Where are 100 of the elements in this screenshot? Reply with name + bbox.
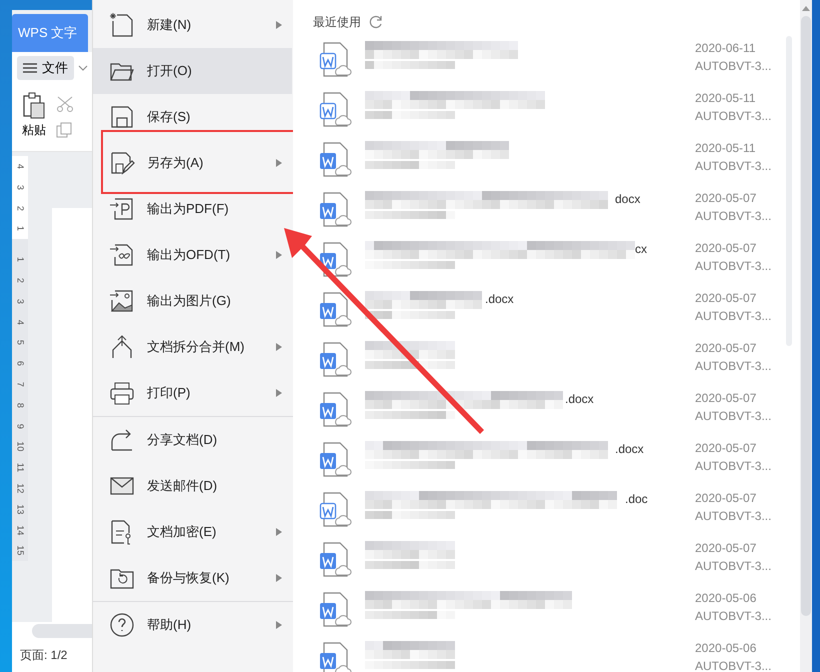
recent-file-row[interactable]: 2020-05-11 AUTOBVT-3... [313, 137, 800, 187]
ruler-number: 2 [14, 204, 26, 212]
file-date: 2020-05-07 [695, 341, 758, 355]
printer-icon [109, 380, 135, 406]
file-date: 2020-05-07 [695, 191, 758, 205]
file-date: 2020-05-06 [695, 641, 758, 655]
file-author: AUTOBVT-3... [695, 559, 772, 573]
share-icon [109, 427, 135, 453]
recent-file-row[interactable]: .docx 2020-05-07 AUTOBVT-3... [313, 387, 800, 437]
word-file-icon [319, 41, 353, 79]
save-icon [109, 104, 135, 130]
scissors-icon[interactable] [56, 96, 74, 112]
file-author: AUTOBVT-3... [695, 159, 772, 173]
paste-label[interactable]: 粘贴 [22, 122, 46, 139]
pdf-export-icon [109, 196, 135, 222]
file-extension: .docx [565, 391, 594, 407]
file-date: 2020-06-11 [695, 41, 756, 55]
ruler-number: 14 [14, 524, 26, 538]
caret-icon [276, 343, 282, 351]
menu-icon [23, 63, 37, 73]
file-author: AUTOBVT-3... [695, 359, 772, 373]
recent-file-row[interactable]: 2020-05-11 AUTOBVT-3... [313, 87, 800, 137]
menu-item[interactable]: 帮助(H) [93, 602, 292, 648]
menu-item[interactable]: 新建(N) [93, 2, 292, 48]
word-file-icon [319, 391, 353, 429]
file-author: AUTOBVT-3... [695, 209, 772, 223]
file-author: AUTOBVT-3... [695, 509, 772, 523]
menu-item[interactable]: 文档拆分合并(M) [93, 324, 292, 370]
word-file-icon [319, 191, 353, 229]
caret-icon [276, 21, 282, 29]
word-file-icon [319, 541, 353, 579]
file-date: 2020-05-11 [695, 91, 756, 105]
recent-file-row[interactable]: .doc 2020-05-07 AUTOBVT-3... [313, 487, 800, 537]
file-menu-button[interactable]: 文件 [17, 56, 74, 80]
file-date: 2020-05-07 [695, 491, 758, 505]
menu-item[interactable]: 输出为OFD(T) [93, 232, 292, 278]
clipboard-icon[interactable] [22, 92, 46, 120]
page-count: 页面: 1/2 [20, 646, 68, 664]
file-author: AUTOBVT-3... [695, 659, 772, 672]
menu-item[interactable]: 保存(S) [93, 94, 292, 140]
scrollbar-thumb[interactable] [801, 16, 811, 616]
file-author: AUTOBVT-3... [695, 109, 772, 123]
caret-icon [276, 159, 282, 167]
file-extension: .docx [615, 441, 644, 457]
recent-file-row[interactable]: 2020-05-06 AUTOBVT-3... [313, 587, 800, 637]
file-author: AUTOBVT-3... [695, 609, 772, 623]
recent-file-row[interactable]: 2020-05-07 AUTOBVT-3... [313, 537, 800, 587]
file-extension: .doc [625, 491, 648, 507]
recent-file-row[interactable]: 2020-06-11 AUTOBVT-3... [313, 37, 800, 87]
ruler-number: 3 [14, 184, 26, 192]
word-file-icon [319, 591, 353, 629]
image-export-icon [109, 288, 135, 314]
file-date: 2020-05-07 [695, 541, 758, 555]
file-date: 2020-05-11 [695, 141, 756, 155]
menu-item[interactable]: 另存为(A) [93, 140, 292, 186]
word-file-icon [319, 491, 353, 529]
recent-file-row[interactable]: 2020-05-07 AUTOBVT-3... [313, 337, 800, 387]
file-date: 2020-05-07 [695, 391, 758, 405]
ruler-number: 6 [14, 360, 26, 368]
word-file-icon [319, 141, 353, 179]
menu-item[interactable]: 文档加密(E) [93, 509, 292, 555]
recent-file-row[interactable]: cx 2020-05-07 AUTOBVT-3... [313, 237, 800, 287]
menu-item[interactable]: 打开(O) [93, 48, 292, 94]
recent-file-row[interactable]: .docx 2020-05-07 AUTOBVT-3... [313, 437, 800, 487]
file-author: AUTOBVT-3... [695, 409, 772, 423]
scroll-up-icon[interactable] [802, 6, 810, 11]
ruler-number: 5 [14, 339, 26, 348]
menu-item[interactable]: 输出为PDF(F) [93, 186, 292, 232]
recent-file-row[interactable]: docx 2020-05-07 AUTOBVT-3... [313, 187, 800, 237]
refresh-icon[interactable] [369, 15, 383, 29]
caret-icon [276, 621, 282, 629]
save-as-icon [109, 150, 135, 176]
ruler-number: 2 [14, 276, 26, 285]
ruler-number: 15 [14, 544, 26, 558]
file-author: AUTOBVT-3... [695, 59, 772, 73]
word-file-icon [319, 291, 353, 329]
ruler-number: 9 [14, 422, 26, 430]
ruler-number: 12 [14, 482, 26, 496]
vertical-scrollbar[interactable] [800, 0, 812, 672]
recent-file-row[interactable]: 2020-05-06 AUTOBVT-3... [313, 637, 800, 672]
file-extension: .docx [485, 291, 514, 307]
menu-item[interactable]: 输出为图片(G) [93, 278, 292, 324]
recent-file-row[interactable]: .docx 2020-05-07 AUTOBVT-3... [313, 287, 800, 337]
menu-item[interactable]: 发送邮件(D) [93, 463, 292, 509]
new-file-icon [109, 12, 135, 38]
ruler-number: 8 [14, 402, 26, 410]
caret-icon [276, 251, 282, 259]
copy-icon[interactable] [56, 122, 72, 138]
ruler-number: 4 [14, 318, 26, 327]
menu-item[interactable]: 打印(P) [93, 370, 292, 416]
horizontal-scrollbar[interactable] [32, 624, 92, 638]
section-title: 最近使用 [313, 14, 361, 30]
file-date: 2020-05-06 [695, 591, 758, 605]
menu-item[interactable]: 分享文档(D) [93, 417, 292, 463]
ruler-number: 13 [14, 503, 26, 516]
ruler-number: 1 [14, 225, 26, 234]
chevron-icon[interactable] [78, 65, 88, 71]
menu-item[interactable]: 备份与恢复(K) [93, 555, 292, 601]
caret-icon [276, 574, 282, 582]
file-extension: cx [635, 241, 647, 257]
